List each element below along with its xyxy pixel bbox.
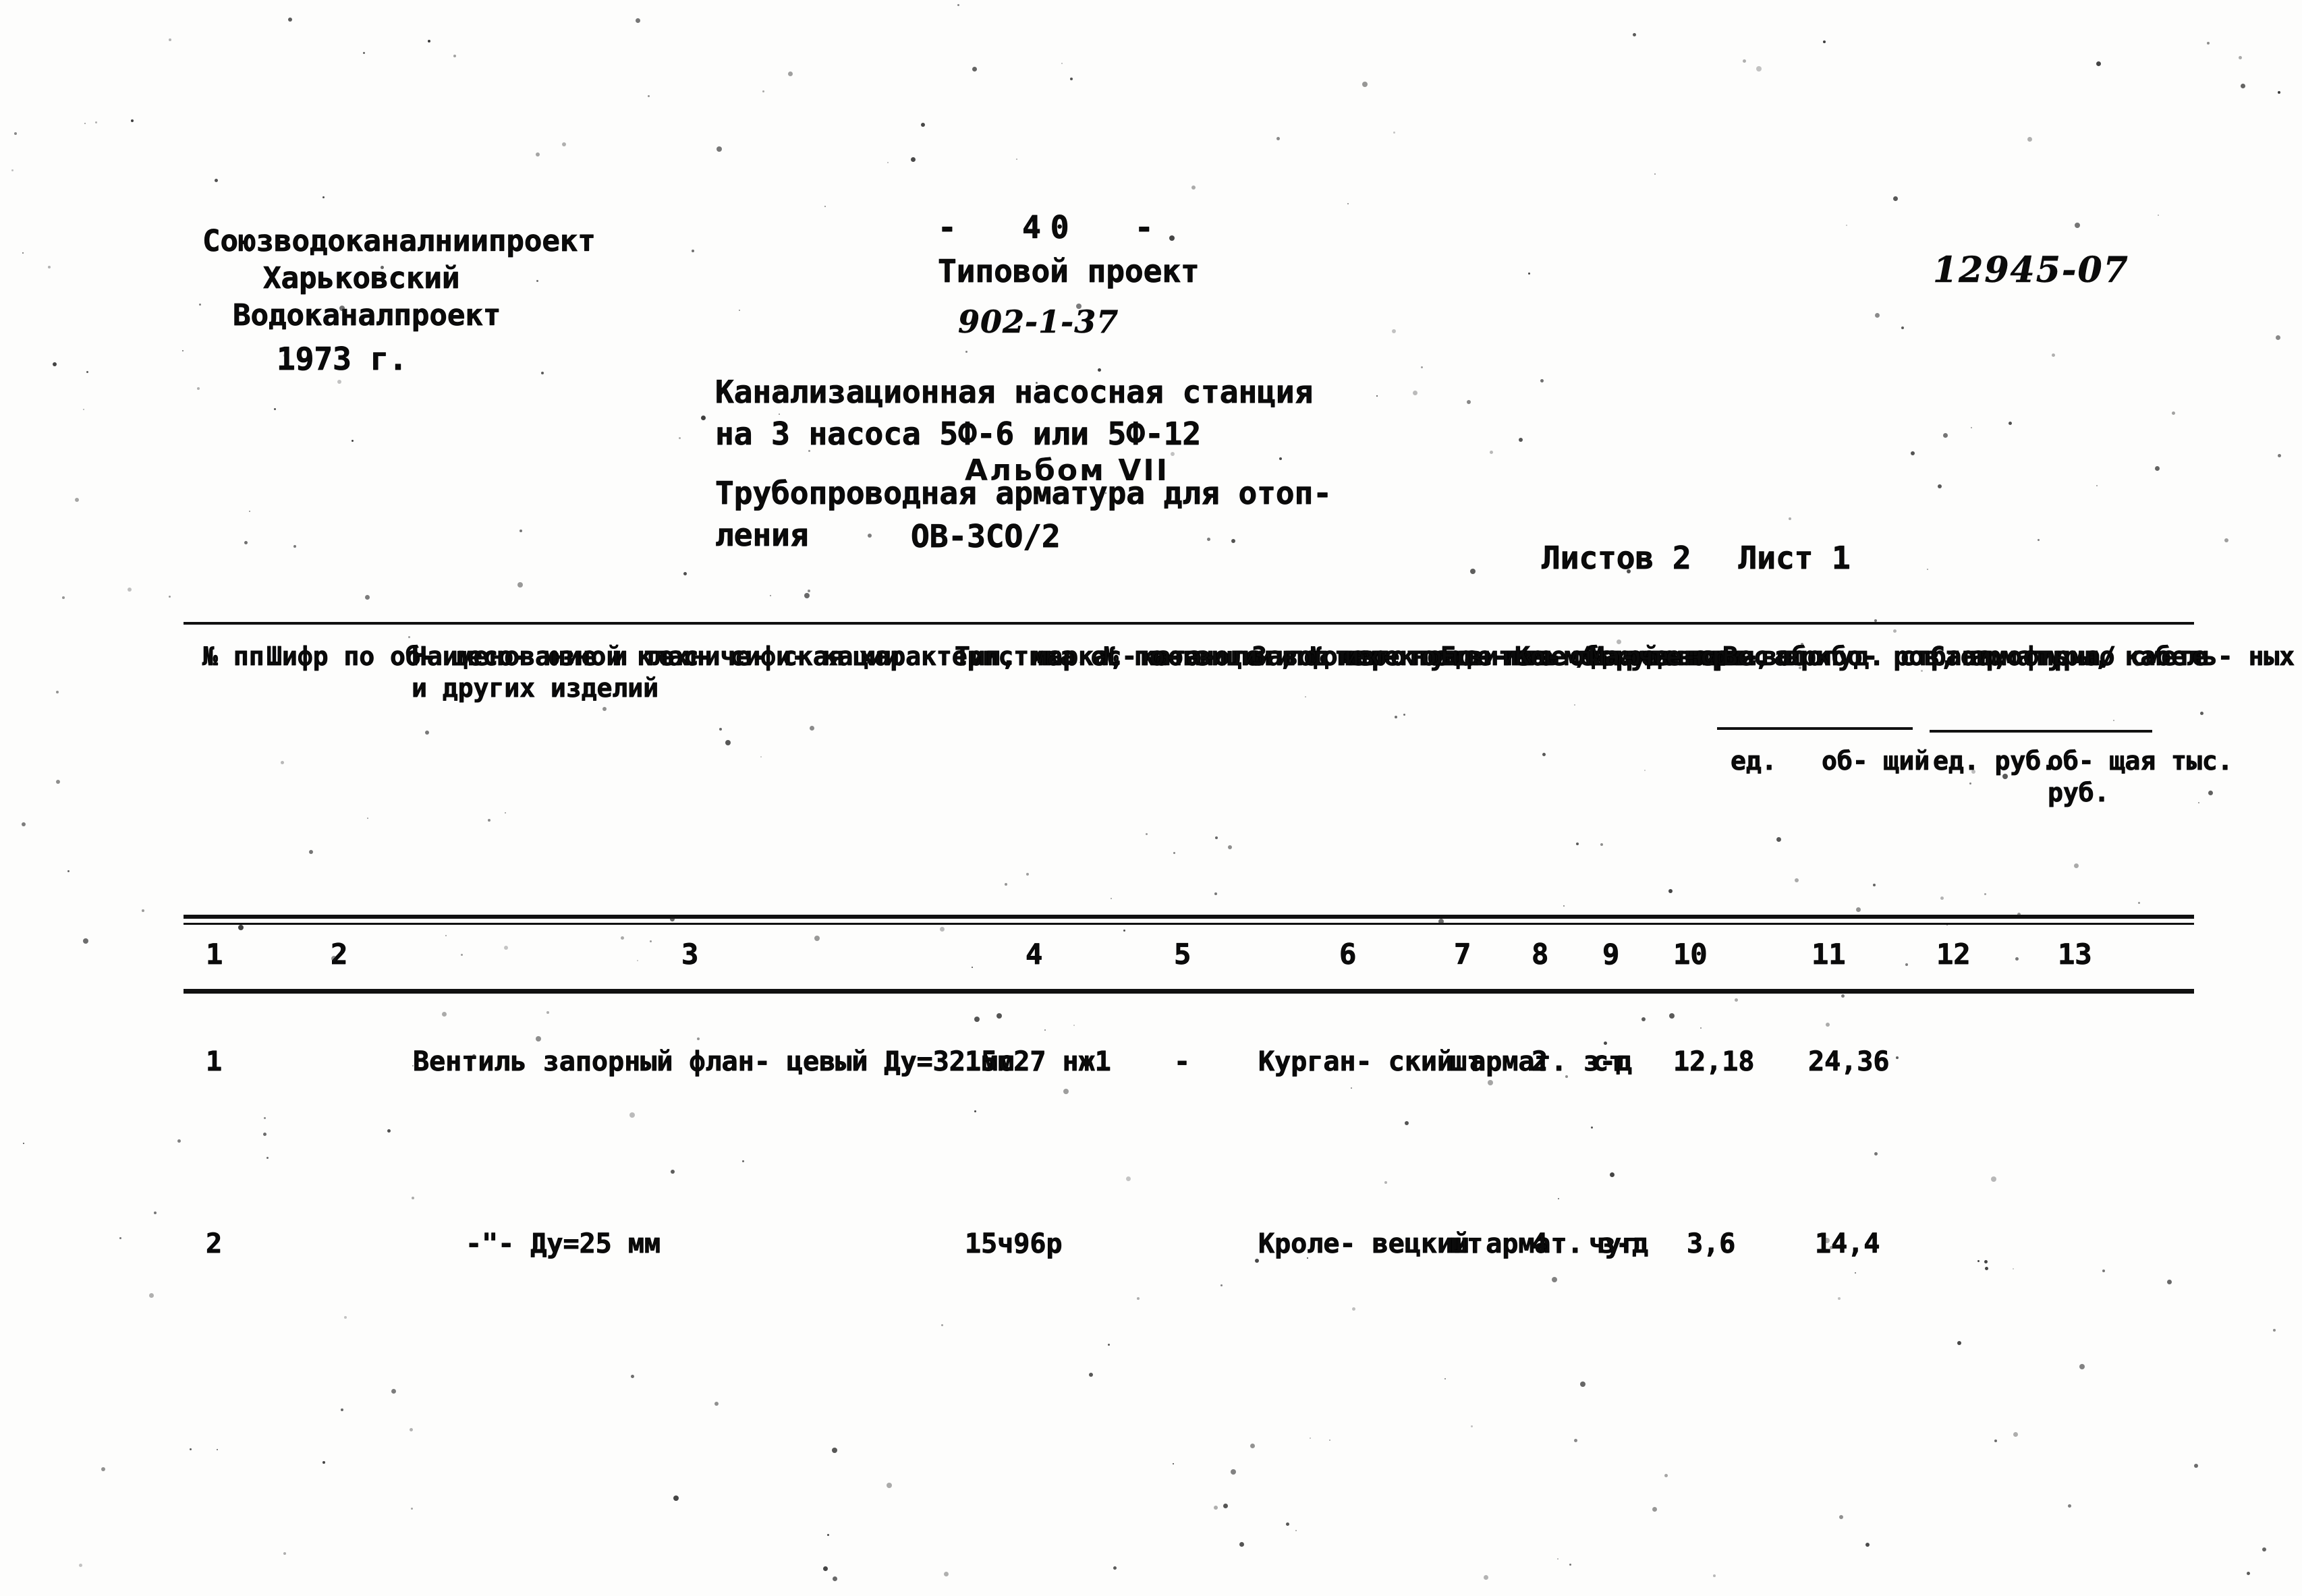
row-2-quantity: 4 [1532, 1228, 1548, 1260]
sheet-current: Лист 1 [1738, 540, 1851, 577]
row-1-quantity: 2 [1532, 1046, 1548, 1078]
column-number-10: 10 [1673, 938, 1708, 971]
row-1-material: ст [1592, 1046, 1625, 1078]
column-number-1: 1 [206, 938, 223, 971]
column-number-11: 11 [1812, 938, 1846, 971]
column-header-cost-unit: ед. руб. [1933, 746, 2057, 776]
sheet-info: Листов 2 Лист 1 [1542, 540, 1851, 577]
column-number-4: 4 [1026, 938, 1043, 971]
section-code: ОВ-3СО/2 [911, 518, 1061, 555]
object-title-line-1: Канализационная насосная станция [715, 374, 1314, 411]
column-header-weight-total: об- щий [1822, 746, 1930, 776]
row-1-maker-line-2: ский [1388, 1046, 1453, 1078]
project-code: 902-1-37 [958, 304, 1119, 341]
year-label: 1973 г. [277, 341, 408, 378]
table-row: 2 [206, 1228, 223, 1260]
column-number-3: 3 [681, 938, 699, 971]
row-2-weight-unit: 3,6 [1687, 1228, 1736, 1260]
row-2-type: 15ч96р [965, 1228, 1063, 1260]
page-number: - 40 - [938, 209, 1163, 246]
row-1-description: Вентиль запорный флан- цевый Ду=32 мм [413, 1044, 1015, 1079]
row-1-type-line-1: 15с27 [965, 1046, 1046, 1078]
row-1-type: 15с27 нж1 [965, 1044, 1111, 1079]
row-1-weight-total: 24,36 [1808, 1046, 1890, 1078]
column-number-7: 7 [1454, 938, 1471, 971]
row-1-type-line-2: нж1 [1062, 1046, 1111, 1078]
column-header-cost-group: Стоимость по смете [1930, 642, 2208, 672]
row-1-description-line-1: Вентиль запорный флан- [413, 1046, 771, 1078]
column-number-13: 13 [2058, 938, 2092, 971]
table-top-rule [184, 622, 2194, 625]
row-2-weight-total: 14,4 [1815, 1228, 1880, 1260]
column-header-weight-unit: ед. [1731, 746, 1777, 776]
organization-line-3: Водоканалпроект [233, 298, 501, 333]
column-number-9: 9 [1602, 938, 1620, 971]
header-bottom-rule-upper [184, 915, 2194, 919]
section-title-line-2: ления [715, 517, 809, 554]
row-2-maker-line-1: Кроле- [1258, 1228, 1356, 1260]
organization-line-2: Харьковский [263, 261, 460, 296]
column-number-5: 5 [1174, 938, 1191, 971]
section-title-line-1: Трубопроводная арматура для отоп- [715, 475, 1332, 512]
column-number-8: 8 [1532, 938, 1549, 971]
cost-group-rule [1930, 730, 2152, 733]
row-1-unit: шт [1451, 1046, 1484, 1078]
column-header-weight-group: Вес в кг [1722, 642, 1847, 672]
row-2-description: -"- Ду=25 мм [466, 1228, 661, 1260]
row-1-maker-line-3: армат. [1469, 1046, 1567, 1078]
header-bottom-rule-lower [184, 923, 2194, 925]
row-2-unit: шт [1451, 1228, 1484, 1260]
column-header-no: № пп [202, 642, 264, 672]
scanned-document-page: Союзводоканалниипроект Харьковский Водокан… [0, 0, 2302, 1596]
organization-block: Союзводоканалниипроект Харьковский Водокан… [202, 223, 596, 334]
row-1-manufacturer: Курган- ский армат. з-д [1258, 1044, 1633, 1079]
weight-group-rule [1717, 727, 1913, 730]
column-header-cost-total: об- щая тыс. руб. [2048, 746, 2233, 808]
table-row: 1 [206, 1046, 223, 1078]
row-1-maker-line-1: Курган- [1258, 1046, 1372, 1078]
project-kind-label: Типовой проект [938, 253, 1200, 290]
row-2-material: чуг [1589, 1228, 1638, 1260]
row-1-position: - [1174, 1046, 1191, 1078]
sheets-total: Листов 2 [1542, 540, 1691, 577]
column-number-12: 12 [1936, 938, 1971, 971]
organization-line-1: Союзводоканалниипроект [202, 224, 596, 259]
column-number-2: 2 [331, 938, 348, 971]
column-number-6: 6 [1339, 938, 1357, 971]
row-1-weight-unit: 12,18 [1673, 1046, 1755, 1078]
document-number: 12945-07 [1933, 250, 2129, 291]
object-title-line-2: на 3 насоса 5Ф-6 или 5Ф-12 [715, 416, 1202, 453]
column-numbers-rule [184, 989, 2194, 994]
object-title: Канализационная насосная станция на 3 на… [715, 371, 1314, 455]
